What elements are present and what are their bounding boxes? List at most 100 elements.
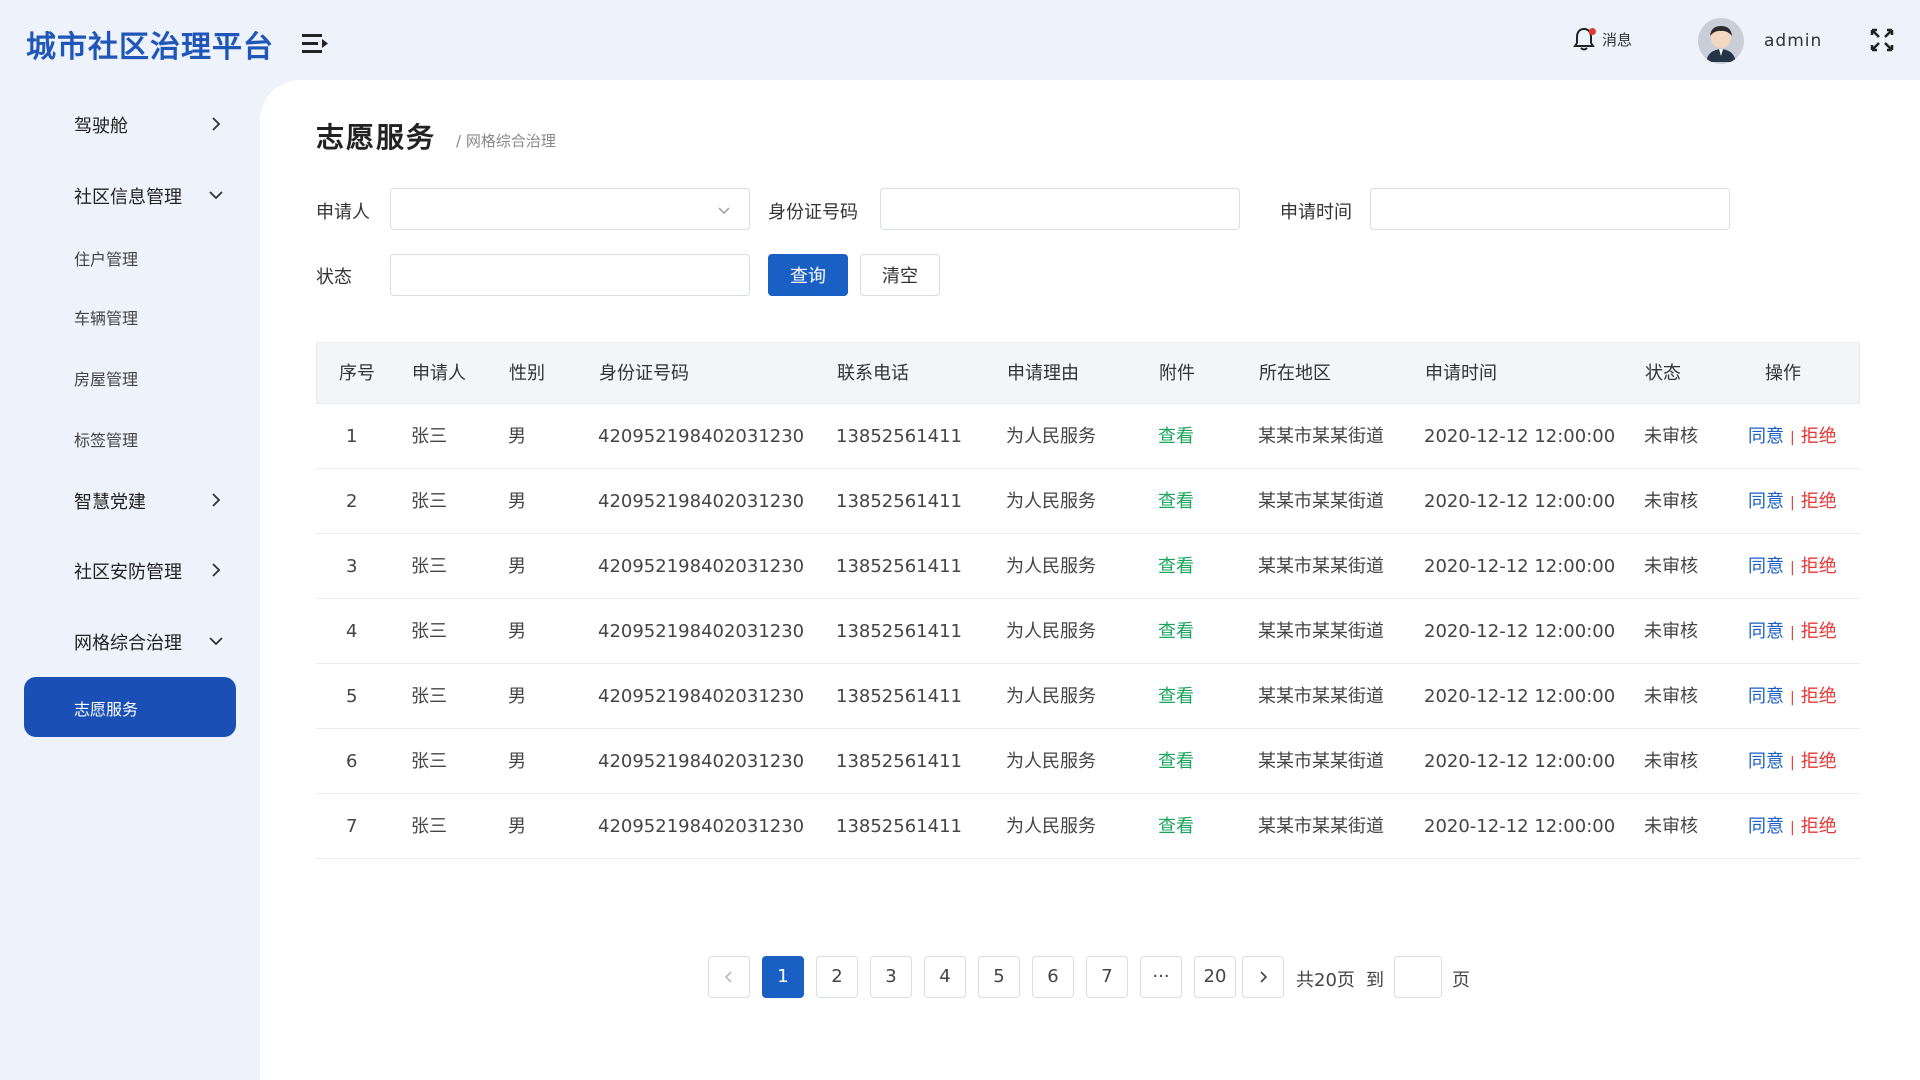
cell-phone: 13852561411 [836,686,962,707]
sidebar-item-residents[interactable]: 住户管理 [0,234,260,278]
menu-fold-icon[interactable] [300,30,330,58]
cell-time: 2020-12-12 12:00:00 [1424,686,1616,707]
chevron-right-icon [1260,971,1268,983]
action-divider: | [1790,495,1795,511]
agree-link[interactable]: 同意 [1748,816,1784,837]
action-divider: | [1790,625,1795,641]
reject-link[interactable]: 拒绝 [1801,621,1837,642]
time-label: 申请时间 [1280,202,1352,223]
cell-idcard: 420952198402031230 [598,491,805,512]
applicant-select[interactable] [390,188,750,230]
sidebar-item-label: 标签管理 [74,431,139,450]
row-actions: 同意 | 拒绝 [1748,794,1837,861]
reject-link[interactable]: 拒绝 [1801,491,1837,512]
agree-link[interactable]: 同意 [1748,556,1784,577]
reject-link[interactable]: 拒绝 [1801,751,1837,772]
view-attachment-link[interactable]: 查看 [1158,794,1194,859]
cell-area: 某某市某某街道 [1258,556,1384,577]
action-divider: | [1790,430,1795,446]
sidebar-item-label: 网格综合治理 [74,633,182,654]
table-row: 3 张三 男 420952198402031230 13852561411 为人民服务 查看… [316,534,1860,599]
cell-no: 7 [346,816,358,837]
sidebar-item-tags[interactable]: 标签管理 [0,415,260,459]
sidebar-item-vehicles[interactable]: 车辆管理 [0,293,260,337]
sidebar-item-label: 房屋管理 [74,370,139,389]
idcard-input[interactable] [880,188,1240,230]
action-divider: | [1790,690,1795,706]
agree-link[interactable]: 同意 [1748,426,1784,447]
cell-phone: 13852561411 [836,816,962,837]
view-attachment-link[interactable]: 查看 [1158,404,1194,469]
agree-link[interactable]: 同意 [1748,751,1784,772]
reject-link[interactable]: 拒绝 [1801,686,1837,707]
cell-reason: 为人民服务 [1006,556,1096,577]
cell-phone: 13852561411 [836,426,962,447]
view-attachment-link[interactable]: 查看 [1158,664,1194,729]
row-actions: 同意 | 拒绝 [1748,534,1837,601]
time-input[interactable] [1370,188,1730,230]
sidebar-item-volunteer-service[interactable]: 志愿服务 [24,677,236,737]
cell-idcard: 420952198402031230 [598,556,805,577]
cell-idcard: 420952198402031230 [598,426,805,447]
page-ellipsis[interactable]: ··· [1140,956,1182,998]
action-divider: | [1790,560,1795,576]
sidebar: 驾驶舱 社区信息管理 住户管理 车辆管理 房屋管理 标签管理 智慧党建 社区安防… [0,80,260,1080]
cell-status: 未审核 [1644,686,1698,707]
sidebar-item-grid-governance[interactable]: 网格综合治理 [0,616,260,666]
sidebar-item-cockpit[interactable]: 驾驶舱 [0,99,260,149]
page-button[interactable]: 5 [978,956,1020,998]
reject-link[interactable]: 拒绝 [1801,816,1837,837]
cell-time: 2020-12-12 12:00:00 [1424,621,1616,642]
view-attachment-link[interactable]: 查看 [1158,599,1194,664]
col-header: 序号 [339,363,375,384]
goto-page-input[interactable] [1394,956,1442,998]
next-page-button[interactable] [1242,956,1284,998]
table-body: 1 张三男 420952198402031230 13852561411 为人民服务 查看… [316,404,1860,859]
sidebar-item-community-info[interactable]: 社区信息管理 [0,170,260,220]
cell-phone: 13852561411 [836,621,962,642]
cell-status: 未审核 [1644,621,1698,642]
cell-gender: 男 [508,491,526,512]
page-button[interactable]: 7 [1086,956,1128,998]
cell-status: 未审核 [1644,426,1698,447]
col-header: 申请时间 [1425,363,1497,384]
message-button[interactable]: 消息 [1572,26,1632,52]
applicant-label: 申请人 [316,202,370,223]
agree-link[interactable]: 同意 [1748,621,1784,642]
cell-gender: 男 [508,426,526,447]
reject-link[interactable]: 拒绝 [1801,426,1837,447]
cell-phone: 13852561411 [836,491,962,512]
query-button[interactable]: 查询 [768,254,848,296]
prev-page-button[interactable] [708,956,750,998]
view-attachment-link[interactable]: 查看 [1158,729,1194,794]
col-header: 附件 [1159,363,1195,384]
status-input[interactable] [390,254,750,296]
action-divider: | [1790,755,1795,771]
sidebar-item-houses[interactable]: 房屋管理 [0,354,260,398]
reject-link[interactable]: 拒绝 [1801,556,1837,577]
sidebar-item-security[interactable]: 社区安防管理 [0,545,260,595]
cell-reason: 为人民服务 [1006,491,1096,512]
agree-link[interactable]: 同意 [1748,686,1784,707]
page-button[interactable]: 3 [870,956,912,998]
cell-idcard: 420952198402031230 [598,621,805,642]
row-actions: 同意 | 拒绝 [1748,664,1837,731]
view-attachment-link[interactable]: 查看 [1158,534,1194,599]
row-actions: 同意 | 拒绝 [1748,404,1837,471]
sidebar-item-party-building[interactable]: 智慧党建 [0,475,260,525]
page-button[interactable]: 4 [924,956,966,998]
sidebar-item-label: 住户管理 [74,250,139,269]
page-button[interactable]: 6 [1032,956,1074,998]
page-button[interactable]: 2 [816,956,858,998]
agree-link[interactable]: 同意 [1748,491,1784,512]
col-header: 身份证号码 [599,363,689,384]
sidebar-item-label: 智慧党建 [74,492,146,513]
action-divider: | [1790,820,1795,836]
view-attachment-link[interactable]: 查看 [1158,469,1194,534]
page-button[interactable]: 1 [762,956,804,998]
clear-button[interactable]: 清空 [860,254,940,296]
page-button[interactable]: 20 [1194,956,1236,998]
fullscreen-icon[interactable] [1868,26,1896,54]
cell-reason: 为人民服务 [1006,816,1096,837]
user-menu[interactable]: admin [1698,18,1822,64]
